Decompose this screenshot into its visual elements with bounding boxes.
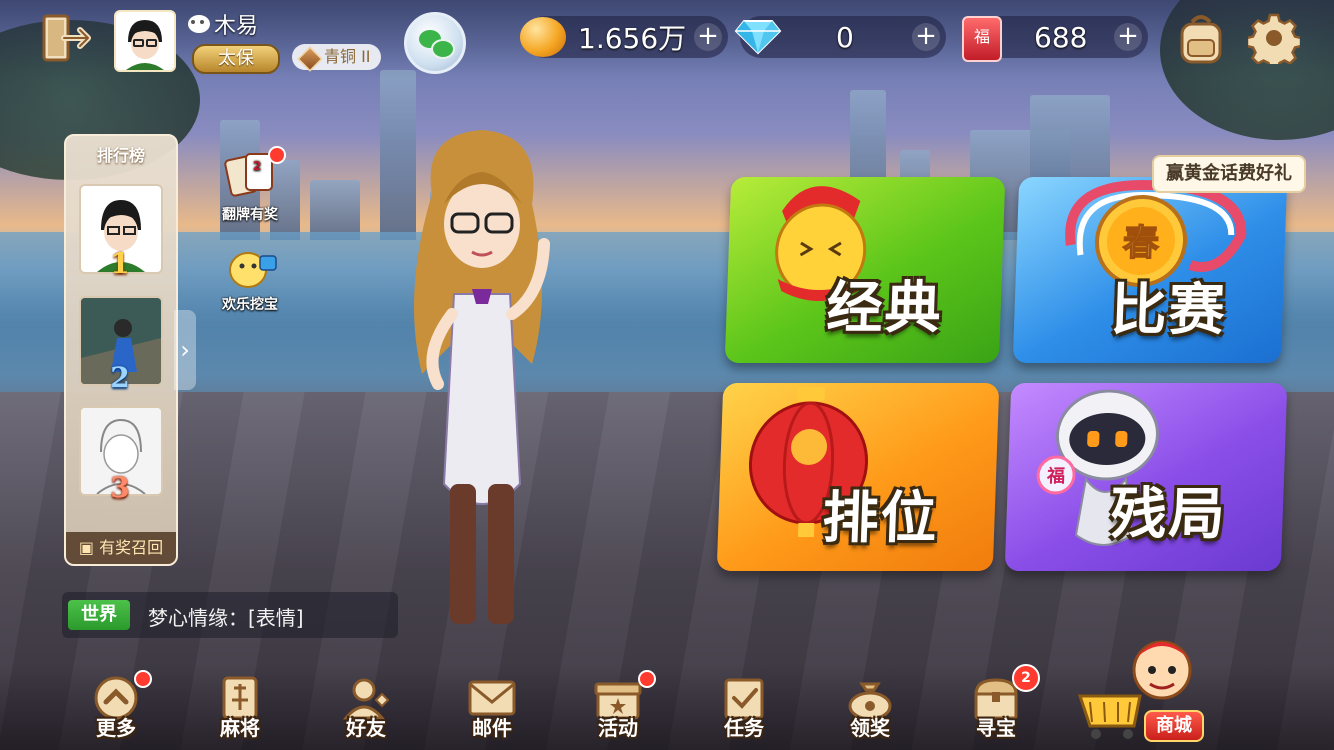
rank-2-medal: 2 xyxy=(110,361,130,394)
settings-button[interactable] xyxy=(1245,12,1303,71)
treasure-dig-icon xyxy=(229,252,277,288)
player-name-text: 木易 xyxy=(214,14,259,39)
chat-channel-tag: 世界 xyxy=(68,600,130,630)
title-badge[interactable]: 太保 xyxy=(192,44,280,74)
chat-message: 梦心情缘：[表情] xyxy=(148,606,304,630)
backpack-button[interactable] xyxy=(1176,12,1226,66)
bean-icon xyxy=(520,17,566,57)
gift-icon: ▣ xyxy=(78,538,100,557)
add-beans-button[interactable]: + xyxy=(694,23,722,51)
rank-3-medal: 3 xyxy=(110,471,130,504)
classic-mode-card[interactable]: 经典 xyxy=(724,177,1006,363)
spring-char: 春 xyxy=(1122,223,1159,264)
world-chat-bar[interactable]: 世界 梦心情缘：[表情] xyxy=(62,592,398,638)
notification-dot xyxy=(268,146,286,164)
rank-badge[interactable]: 青铜 II xyxy=(292,44,381,72)
nav-mail[interactable]: 邮件 xyxy=(452,676,532,746)
rank-1-medal: 1 xyxy=(110,247,130,280)
nav-mahjong[interactable]: 麻将 xyxy=(200,676,280,746)
svg-text:2: 2 xyxy=(253,159,261,173)
classic-mode-label: 经典 xyxy=(825,276,944,341)
add-diamond-button[interactable]: + xyxy=(912,23,940,51)
nav-shop-label[interactable]: 商城 xyxy=(1144,710,1204,742)
beans-value: 1.656万 xyxy=(578,22,687,55)
nav-treasure-label: 寻宝 xyxy=(976,716,1016,740)
recall-reward-label: 有奖召回 xyxy=(99,538,164,557)
nav-tasks[interactable]: 任务 xyxy=(704,676,784,746)
nav-more-label: 更多 xyxy=(96,716,136,740)
nav-mail-label: 邮件 xyxy=(472,716,512,740)
ranked-mode-label: 排位 xyxy=(821,486,940,551)
nav-events-label: 活动 xyxy=(598,716,638,740)
gear-icon xyxy=(1245,13,1303,71)
recall-reward-button[interactable]: ▣ 有奖召回 xyxy=(66,532,176,564)
match-prize-tooltip: 赢黄金话费好礼 xyxy=(1152,155,1306,193)
card-flip-label: 翻牌有奖 xyxy=(222,207,278,223)
wechat-small-icon xyxy=(188,15,210,33)
notification-dot xyxy=(638,670,656,688)
nav-rewards[interactable]: 领奖 xyxy=(830,676,910,746)
expand-leaderboard-button[interactable]: › xyxy=(174,310,196,390)
match-mode-card[interactable]: 春 比赛 xyxy=(1012,177,1288,363)
diamond-value: 0 xyxy=(836,20,854,54)
female-character-icon xyxy=(414,130,550,624)
exit-icon xyxy=(42,14,91,62)
match-mode-label: 比赛 xyxy=(1109,278,1228,343)
fu-coupon-icon: 福 xyxy=(962,16,1002,62)
ranked-mode-card[interactable]: 排位 xyxy=(716,383,1000,571)
fu-char: 福 xyxy=(1046,465,1066,487)
nav-friends[interactable]: 好友 xyxy=(326,676,406,746)
treasure-dig-label: 欢乐挖宝 xyxy=(222,297,278,313)
coupon-value: 688 xyxy=(1034,20,1088,54)
leaderboard-title: 排行榜 xyxy=(96,146,145,165)
coupon-counter: 福 688 + xyxy=(962,16,1148,62)
notification-dot xyxy=(134,670,152,688)
add-coupon-button[interactable]: + xyxy=(1114,23,1142,51)
nav-mahjong-label: 麻将 xyxy=(220,716,260,740)
leaderboard-panel[interactable]: 排行榜 1 2 3 ▣ 有奖召回 xyxy=(64,134,178,566)
character-avatar[interactable] xyxy=(392,124,572,634)
diamond-counter: 0 + xyxy=(734,16,946,58)
bronze-rank-icon xyxy=(297,46,323,72)
diamond-icon xyxy=(734,20,782,55)
rank-badge-label: 青铜 II xyxy=(324,47,371,66)
avatar-boy-icon xyxy=(126,20,164,70)
treasure-count-badge: 2 xyxy=(1012,664,1040,692)
nav-rewards-label: 领奖 xyxy=(850,716,890,740)
treasure-dig-event[interactable]: 欢乐挖宝 xyxy=(210,246,290,313)
endgame-mode-card[interactable]: 福 残局 xyxy=(1004,383,1288,571)
player-name: 木易 xyxy=(188,8,258,40)
wechat-button[interactable] xyxy=(404,12,466,74)
nav-friends-label: 好友 xyxy=(346,716,386,740)
nav-tasks-label: 任务 xyxy=(724,716,764,740)
backpack-icon xyxy=(1180,15,1222,64)
beans-counter: 1.656万 + xyxy=(520,16,728,58)
player-avatar[interactable] xyxy=(114,10,176,72)
exit-button[interactable] xyxy=(40,12,94,64)
endgame-mode-label: 残局 xyxy=(1109,482,1228,547)
